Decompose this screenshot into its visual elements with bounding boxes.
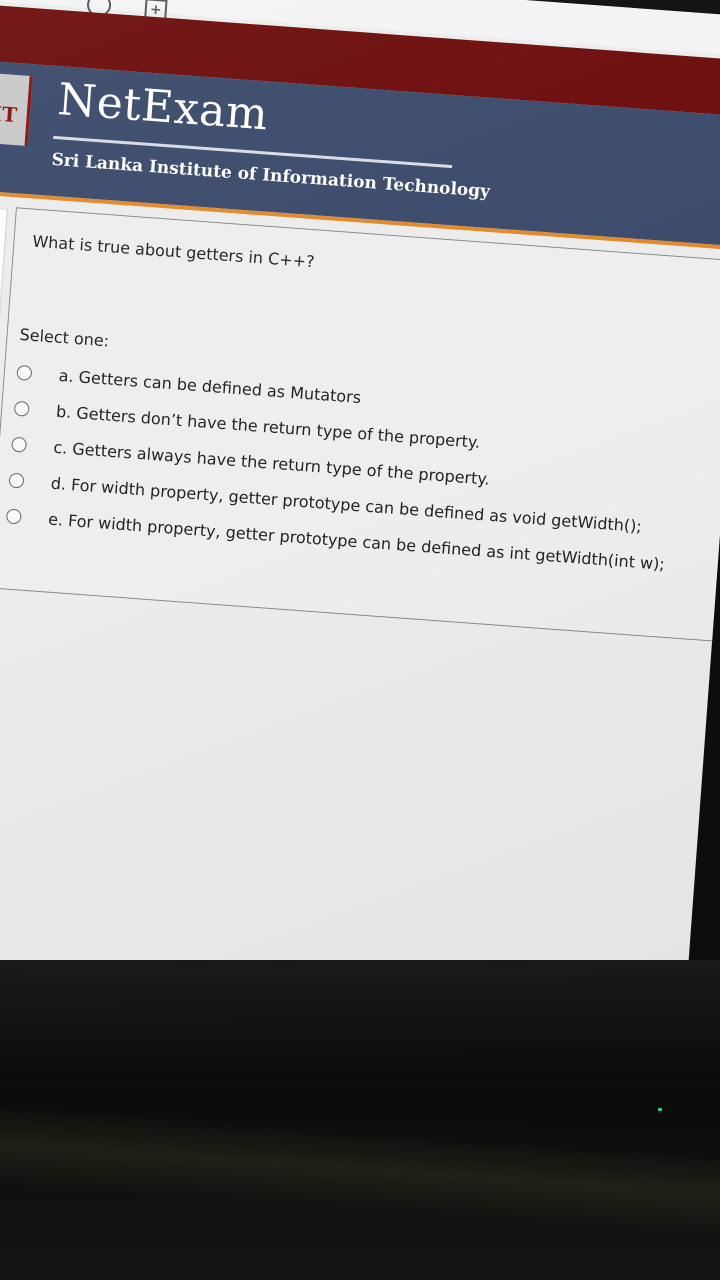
logo-text: IT [0,101,18,128]
select-one-label: Select one: [18,324,110,351]
radio-icon[interactable] [16,364,33,381]
option-label: a. Getters can be defined as Mutators [58,365,362,408]
question-card: What is true about getters in C++? Selec… [0,207,720,643]
question-info-panel [0,205,8,339]
power-led [658,1108,662,1111]
radio-icon[interactable] [11,436,28,453]
radio-icon[interactable] [5,508,22,525]
institute-name: Sri Lanka Institute of Information Techn… [50,149,491,202]
sliit-logo: IT [0,72,33,146]
radio-icon[interactable] [8,472,25,489]
photo-frame: + IT NetExam Sri Lanka Institute of Info… [0,0,720,1280]
brand-title: NetExam [56,74,270,141]
question-text: What is true about getters in C++? [31,231,316,272]
radio-icon[interactable] [13,400,30,417]
netexam-page: + IT NetExam Sri Lanka Institute of Info… [0,0,720,1055]
